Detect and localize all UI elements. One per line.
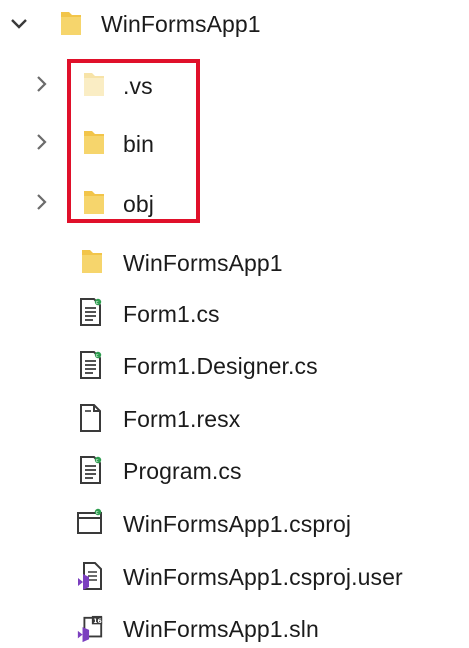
chevron-right-icon[interactable] [31,191,53,213]
chevron-right-icon[interactable] [31,73,53,95]
tree-root-label[interactable]: WinFormsApp1 [101,9,261,39]
chevron-down-icon[interactable] [8,13,30,35]
user-file-icon [76,560,104,592]
csproj-file-icon: c [76,507,104,539]
tree-item-label[interactable]: WinFormsApp1.csproj [123,509,351,539]
tree-item-label[interactable]: WinFormsApp1.sln [123,614,319,644]
solution-explorer-tree: WinFormsApp1 .vs bin obj WinFormsApp1 c … [0,0,469,648]
tree-item-label[interactable]: Form1.resx [123,404,240,434]
tree-item-label[interactable]: WinFormsApp1.csproj.user [123,562,403,592]
highlight-box [67,59,200,223]
svg-text:16: 16 [93,618,101,625]
csharp-file-icon: c [77,296,105,328]
tree-item-label[interactable]: WinFormsApp1 [123,248,283,278]
csharp-file-icon: c [77,349,105,381]
chevron-right-icon[interactable] [31,131,53,153]
solution-file-icon: 16 [76,613,104,645]
svg-text:c: c [96,510,99,516]
folder-icon [57,7,85,39]
tree-item-label[interactable]: Program.cs [123,456,242,486]
resource-file-icon [77,402,105,434]
tree-item-label[interactable]: Form1.Designer.cs [123,351,318,381]
csharp-file-icon: c [77,454,105,486]
folder-icon [78,245,106,277]
tree-item-label[interactable]: Form1.cs [123,299,220,329]
svg-text:c: c [96,458,99,464]
svg-text:c: c [96,353,99,359]
svg-text:c: c [96,300,99,306]
